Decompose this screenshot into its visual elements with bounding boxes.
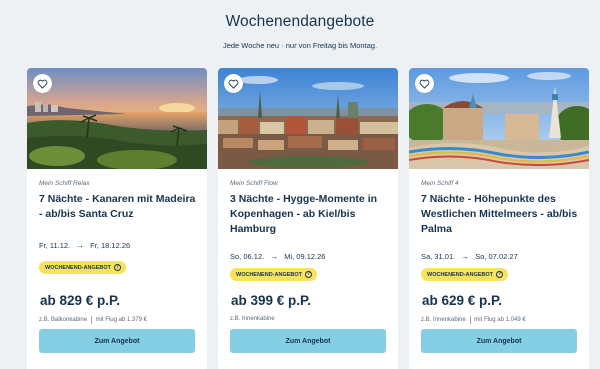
- travel-dates: Fr, 11.12. → Fr, 18.12.26: [39, 241, 130, 250]
- date-to: So, 07.02.27: [475, 252, 518, 261]
- date-to: Fr, 18.12.26: [90, 241, 131, 250]
- badge-label: WOCHENEND-ANGEBOT: [45, 264, 111, 271]
- price-details: z.B. Innenkabine: [230, 316, 275, 322]
- date-from: Sa, 31.01.: [421, 252, 456, 261]
- offer-title[interactable]: 7 Nächte - Kanaren mit Madeira - ab/bis …: [39, 192, 199, 222]
- favorite-button[interactable]: [224, 74, 243, 93]
- date-from: Fr, 11.12.: [39, 241, 71, 250]
- badge-label: WOCHENEND-ANGEBOT: [236, 271, 302, 278]
- offer-image-park-guell[interactable]: [409, 68, 589, 169]
- flight-price: mit Flug ab 1.049 €: [474, 317, 526, 323]
- ship-name: Mein Schiff Relax: [39, 180, 90, 187]
- weekend-offer-badge: WOCHENEND-ANGEBOT ?: [230, 268, 317, 281]
- page-title: Wochenendangebote: [225, 13, 375, 30]
- offer-image-copenhagen[interactable]: [218, 68, 398, 169]
- divider: [91, 316, 92, 324]
- offer-title[interactable]: 3 Nächte - Hygge-Momente in Kopenhagen -…: [230, 192, 390, 237]
- offer-price: ab 629 € p.P.: [422, 293, 503, 308]
- question-circle-icon[interactable]: ?: [305, 271, 312, 278]
- ship-name: Mein Schiff 4: [421, 180, 459, 187]
- page-subtitle: Jede Woche neu · nur von Freitag bis Mon…: [222, 41, 378, 50]
- favorite-button[interactable]: [33, 74, 52, 93]
- travel-dates: So, 06.12. → Mi, 09.12.26: [230, 252, 325, 261]
- offer-title[interactable]: 7 Nächte - Höhepunkte des Westlichen Mit…: [421, 192, 581, 237]
- offer-card-kopenhagen[interactable]: Mein Schiff Flow 3 Nächte - Hygge-Moment…: [218, 68, 398, 369]
- cabin-type: z.B. Balkonkabine: [39, 317, 88, 323]
- weekend-offer-badge: WOCHENEND-ANGEBOT ?: [421, 268, 508, 281]
- date-from: So, 06.12.: [230, 252, 265, 261]
- offer-card-kanaren[interactable]: Mein Schiff Relax 7 Nächte - Kanaren mit…: [27, 68, 207, 369]
- divider: [469, 316, 471, 324]
- price-details: z.B. Balkonkabine mit Flug ab 1.379 €: [39, 316, 147, 324]
- ship-name: Mein Schiff Flow: [230, 180, 278, 187]
- price-details: z.B. Innenkabine mit Flug ab 1.049 €: [421, 316, 526, 324]
- arrow-right-icon: →: [461, 252, 470, 261]
- offer-price: ab 829 € p.P.: [40, 293, 121, 308]
- flight-price: mit Flug ab 1.379 €: [95, 317, 147, 323]
- to-offer-button[interactable]: Zum Angebot: [230, 329, 386, 353]
- weekend-offer-badge: WOCHENEND-ANGEBOT ?: [39, 261, 126, 274]
- to-offer-button[interactable]: Zum Angebot: [39, 329, 195, 353]
- arrow-right-icon: →: [270, 252, 279, 261]
- heart-icon: [419, 79, 430, 89]
- question-circle-icon[interactable]: ?: [496, 271, 503, 278]
- favorite-button[interactable]: [415, 74, 434, 93]
- badge-label: WOCHENEND-ANGEBOT: [427, 271, 493, 278]
- question-circle-icon[interactable]: ?: [114, 264, 121, 271]
- to-offer-button[interactable]: Zum Angebot: [421, 329, 577, 353]
- arrow-right-icon: →: [76, 241, 85, 250]
- travel-dates: Sa, 31.01. → So, 07.02.27: [421, 252, 518, 261]
- heart-icon: [228, 79, 239, 89]
- cabin-type: z.B. Innenkabine: [230, 316, 275, 322]
- offer-price: ab 399 € p.P.: [231, 293, 312, 308]
- offer-image-canary-coast[interactable]: [27, 68, 207, 169]
- heart-icon: [37, 79, 48, 89]
- cabin-type: z.B. Innenkabine: [421, 317, 466, 323]
- date-to: Mi, 09.12.26: [284, 252, 326, 261]
- offer-card-mittelmeer[interactable]: Mein Schiff 4 7 Nächte - Höhepunkte des …: [409, 68, 589, 369]
